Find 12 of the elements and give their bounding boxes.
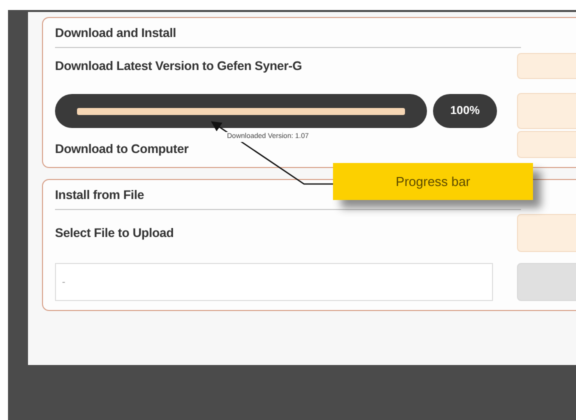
progress-percentage: 100% [433, 94, 497, 128]
action-button[interactable] [517, 53, 576, 79]
section-title: Install from File [55, 188, 144, 202]
row-label: Download to Computer [55, 142, 190, 156]
callout-label: Progress bar [333, 163, 533, 200]
action-button[interactable] [517, 130, 576, 158]
action-button[interactable] [517, 93, 576, 129]
action-button[interactable] [517, 214, 576, 252]
section-title: Download and Install [55, 26, 176, 40]
row-label: Download Latest Version to Gefen Syner-G [55, 59, 302, 73]
file-field[interactable]: - [55, 263, 493, 301]
row-label: Select File to Upload [55, 226, 174, 240]
